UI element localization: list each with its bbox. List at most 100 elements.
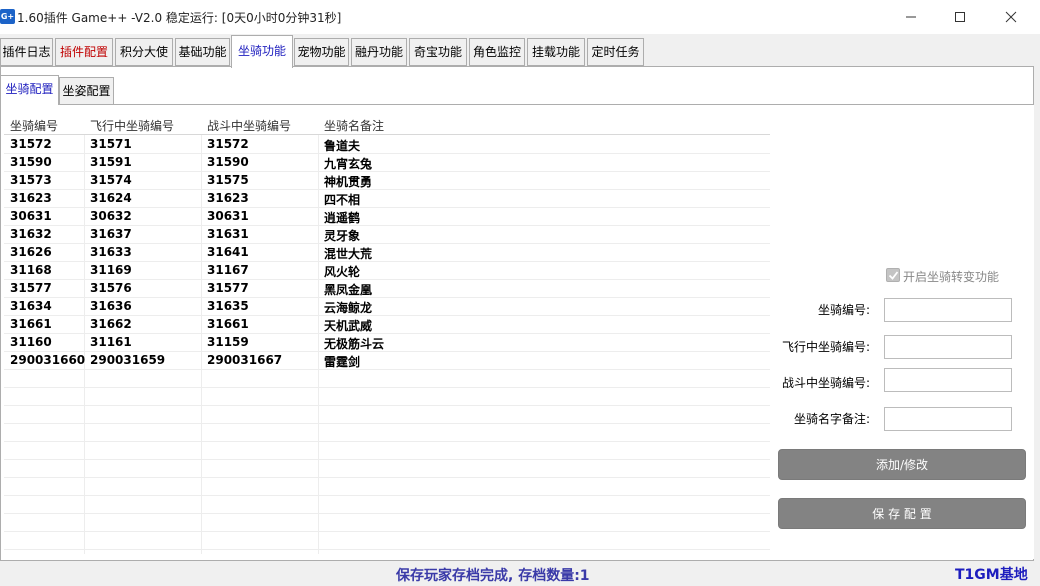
tab-basic-functions[interactable]: 基础功能 [175, 38, 230, 66]
column-header-mount-id[interactable]: 坐骑编号 [10, 117, 58, 134]
table-cell: 31631 [207, 227, 249, 241]
status-message: 保存玩家存档完成, 存档数量:1 [396, 568, 590, 584]
column-header-battle-id[interactable]: 战斗中坐骑编号 [207, 117, 291, 134]
table-cell: 黑凤金凰 [324, 283, 373, 297]
tab-fusion-functions[interactable]: 融丹功能 [351, 38, 407, 66]
table-row[interactable]: 31623 31624 31623 四不相 [4, 190, 770, 208]
table-cell: 31169 [90, 263, 132, 277]
table-cell: 31159 [207, 335, 249, 349]
flying-id-input[interactable] [884, 335, 1012, 359]
table-row[interactable]: 31626 31633 31641 混世大荒 [4, 244, 770, 262]
table-row[interactable] [4, 514, 770, 532]
checkbox-box[interactable] [886, 268, 900, 282]
table-cell: 灵牙象 [324, 229, 361, 243]
minimize-button[interactable] [888, 0, 934, 34]
table-cell: 31662 [90, 317, 132, 331]
table-cell: 31167 [207, 263, 249, 277]
app-icon: G+ [0, 9, 15, 24]
table-cell: 31168 [10, 263, 52, 277]
table-cell: 290031660 [10, 353, 86, 367]
tab-points-ambassador[interactable]: 积分大使 [115, 38, 173, 66]
table-row[interactable] [4, 406, 770, 424]
title-bar: G+ 1.60插件 Game++ -V2.0 稳定运行: [0天0小时0分钟31… [0, 0, 1040, 34]
table-cell: 混世大荒 [324, 247, 373, 261]
table-cell: 31623 [10, 191, 52, 205]
table-cell: 30631 [10, 209, 52, 223]
tab-plugin-log[interactable]: 插件日志 [0, 38, 53, 66]
table-row[interactable] [4, 496, 770, 514]
tab-scheduled-tasks[interactable]: 定时任务 [587, 38, 644, 66]
minimize-icon [906, 16, 916, 18]
table-row[interactable] [4, 460, 770, 478]
table-cell: 风火轮 [324, 265, 361, 279]
table-row[interactable]: 31572 31571 31572 鲁道夫 [4, 136, 770, 154]
table-row[interactable]: 31634 31636 31635 云海鲸龙 [4, 298, 770, 316]
table-row[interactable] [4, 478, 770, 496]
table-cell: 31161 [90, 335, 132, 349]
save-config-button[interactable]: 保 存 配 置 [778, 498, 1026, 529]
mount-id-input[interactable] [884, 298, 1012, 322]
table-cell: 31626 [10, 245, 52, 259]
table-row[interactable]: 31160 31161 31159 无极筋斗云 [4, 334, 770, 352]
table-cell: 31576 [90, 281, 132, 295]
table-row[interactable]: 290031660 290031659 290031667 雷霆剑 [4, 352, 770, 370]
mount-table[interactable]: 坐骑编号 飞行中坐骑编号 战斗中坐骑编号 坐骑名备注 31572 31571 315… [4, 114, 770, 554]
tab-pet-functions[interactable]: 宠物功能 [294, 38, 349, 66]
flying-id-label: 飞行中坐骑编号: [781, 340, 870, 354]
table-cell: 云海鲸龙 [324, 301, 373, 315]
table-row[interactable] [4, 442, 770, 460]
table-row[interactable]: 31661 31662 31661 天机武威 [4, 316, 770, 334]
table-row[interactable]: 31168 31169 31167 风火轮 [4, 262, 770, 280]
table-cell: 31590 [207, 155, 249, 169]
maximize-button[interactable] [937, 0, 983, 34]
table-cell: 31661 [10, 317, 52, 331]
table-row[interactable]: 30631 30632 30631 逍遥鹤 [4, 208, 770, 226]
table-cell: 31637 [90, 227, 132, 241]
table-header: 坐骑编号 飞行中坐骑编号 战斗中坐骑编号 坐骑名备注 [4, 114, 770, 135]
table-cell: 31577 [207, 281, 249, 295]
note-input[interactable] [884, 407, 1012, 431]
table-row[interactable] [4, 370, 770, 388]
table-cell: 逍遥鹤 [324, 211, 361, 225]
note-label: 坐骑名字备注: [793, 412, 870, 426]
table-cell: 31636 [90, 299, 132, 313]
table-cell: 雷霆剑 [324, 355, 361, 369]
table-cell: 290031667 [207, 353, 283, 367]
table-cell: 31572 [207, 137, 249, 151]
subtab-pose-config[interactable]: 坐姿配置 [59, 77, 114, 105]
table-row[interactable]: 31590 31591 31590 九宵玄兔 [4, 154, 770, 172]
table-cell: 31574 [90, 173, 132, 187]
mount-id-label: 坐骑编号: [817, 303, 870, 317]
table-row[interactable]: 31573 31574 31575 神机贯勇 [4, 172, 770, 190]
table-cell: 天机武威 [324, 319, 373, 333]
table-row[interactable] [4, 388, 770, 406]
table-cell: 鲁道夫 [324, 139, 361, 153]
column-header-flying-id[interactable]: 飞行中坐骑编号 [90, 117, 174, 134]
table-cell: 31641 [207, 245, 249, 259]
close-button[interactable] [988, 0, 1034, 34]
battle-id-label: 战斗中坐骑编号: [781, 376, 870, 390]
tab-mount-functions[interactable]: 坐骑功能 [231, 35, 293, 68]
table-cell: 31573 [10, 173, 52, 187]
table-cell: 九宵玄兔 [324, 157, 373, 171]
table-row[interactable]: 31577 31576 31577 黑凤金凰 [4, 280, 770, 298]
close-icon [1005, 11, 1017, 23]
table-row[interactable] [4, 532, 770, 550]
battle-id-input[interactable] [884, 368, 1012, 392]
table-cell: 31633 [90, 245, 132, 259]
table-row[interactable]: 31632 31637 31631 灵牙象 [4, 226, 770, 244]
tab-role-monitor[interactable]: 角色监控 [469, 38, 525, 66]
enable-mount-transform-label: 开启坐骑转变功能 [903, 270, 1000, 284]
tab-mount-load[interactable]: 挂载功能 [527, 38, 585, 66]
table-cell: 290031659 [90, 353, 166, 367]
subtab-mount-config[interactable]: 坐骑配置 [0, 75, 59, 105]
table-cell: 31591 [90, 155, 132, 169]
tab-treasure-functions[interactable]: 奇宝功能 [409, 38, 467, 66]
maximize-icon [955, 12, 965, 22]
tab-plugin-config[interactable]: 插件配置 [55, 38, 113, 66]
add-modify-button[interactable]: 添加/修改 [778, 449, 1026, 480]
table-row[interactable] [4, 424, 770, 442]
table-cell: 31571 [90, 137, 132, 151]
table-cell: 31160 [10, 335, 52, 349]
column-header-note[interactable]: 坐骑名备注 [324, 117, 384, 134]
